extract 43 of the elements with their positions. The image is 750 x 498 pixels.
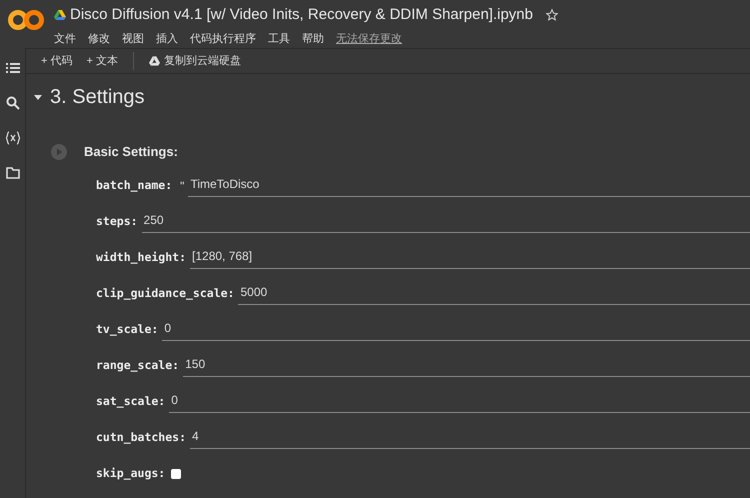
caret-icon[interactable] [34,94,42,100]
section-title: 3. Settings [50,85,145,110]
input-field[interactable]: 250 [142,210,750,232]
logo-icon [8,8,44,32]
field-label: batch_name: [96,176,172,194]
form-title: Basic Settings: [84,143,178,161]
drive-icon [148,56,160,66]
menu-item[interactable]: 帮助 [302,30,324,47]
menu-item[interactable]: 代码执行程序 [190,30,256,47]
field-label: range_scale: [96,356,180,374]
field-label: width_height: [96,248,186,266]
notebook-title: Disco Diffusion v4.1 [w/ Video Inits, Recovery & DDIM Sharpen].ipynb [70,5,533,25]
menu-item[interactable]: 工具 [268,30,290,47]
input-field[interactable]: 150 [183,354,750,376]
add-button[interactable]: + 文本 [79,52,125,70]
variables-icon[interactable] [6,131,20,145]
field-label: cutn_batches: [96,428,186,446]
drive-icon [54,10,66,20]
menu-item[interactable]: 插入 [156,30,178,47]
menu-item[interactable]: 视图 [122,30,144,47]
menu-item[interactable]: 文件 [54,30,76,47]
input-field[interactable]: 0 [169,390,750,412]
search-icon[interactable] [6,96,20,110]
input-field[interactable]: TimeToDisco [188,174,750,196]
input-field[interactable]: 5000 [238,282,750,304]
field-label: skip_augs: [96,464,166,482]
run-cell-icon[interactable] [51,144,67,160]
add-button[interactable]: + 代码 [34,52,80,70]
copy-to-drive-button[interactable]: 复制到云端硬盘 [142,52,248,70]
save-notice-link[interactable]: 无法保存更改 [336,30,402,47]
field-label: sat_scale: [96,392,166,410]
field-label: clip_guidance_scale: [96,284,234,302]
quote-mark: " [180,178,184,194]
input-field[interactable]: [1280, 768] [190,246,750,268]
input-field[interactable]: 0 [162,318,750,340]
input-field[interactable]: 4 [190,426,750,448]
checkbox[interactable] [171,468,182,478]
folder-icon[interactable] [6,166,20,180]
menu-item[interactable]: 修改 [88,30,110,47]
menu-icon[interactable] [6,61,20,75]
field-label: steps: [96,212,138,230]
star-icon[interactable] [545,8,559,22]
field-label: tv_scale: [96,320,158,338]
